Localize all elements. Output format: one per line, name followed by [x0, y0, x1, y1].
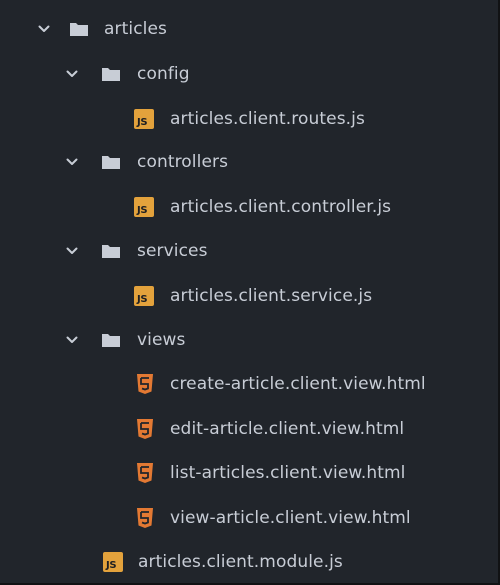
file-label: create-article.client.view.html [170, 374, 426, 394]
js-file-icon: JS [134, 197, 154, 217]
file-label: articles.client.controller.js [170, 197, 392, 217]
js-file-icon: JS [134, 286, 154, 306]
folder-row-articles[interactable]: articles [0, 7, 498, 51]
file-row-create-article-html[interactable]: create-article.client.view.html [0, 362, 498, 406]
file-row-module-js[interactable]: JS articles.client.module.js [0, 540, 498, 584]
folder-row-services[interactable]: services [0, 229, 498, 273]
folder-label: views [137, 330, 186, 350]
file-row-service-js[interactable]: JS articles.client.service.js [0, 274, 498, 318]
folder-row-controllers[interactable]: controllers [0, 140, 498, 184]
folder-icon [101, 154, 121, 170]
file-label: edit-article.client.view.html [170, 419, 405, 439]
folder-label: config [137, 64, 190, 84]
folder-label: services [137, 241, 208, 261]
folder-label: controllers [137, 152, 229, 172]
folder-icon [101, 332, 121, 348]
folder-row-views[interactable]: views [0, 318, 498, 362]
file-label: articles.client.service.js [170, 286, 373, 306]
file-label: articles.client.module.js [138, 552, 343, 572]
file-row-view-article-html[interactable]: view-article.client.view.html [0, 496, 498, 540]
folder-row-config[interactable]: config [0, 52, 498, 96]
folder-icon [69, 21, 89, 37]
file-row-controller-js[interactable]: JS articles.client.controller.js [0, 185, 498, 229]
file-tree-panel: articles config JS articles.client.route… [0, 0, 500, 585]
folder-icon [101, 243, 121, 259]
chevron-down-icon[interactable] [66, 68, 78, 80]
file-label: view-article.client.view.html [170, 508, 411, 528]
html5-file-icon [137, 463, 153, 483]
file-row-edit-article-html[interactable]: edit-article.client.view.html [0, 407, 498, 451]
file-label: articles.client.routes.js [170, 109, 365, 129]
file-row-routes-js[interactable]: JS articles.client.routes.js [0, 97, 498, 141]
chevron-down-icon[interactable] [66, 245, 78, 257]
file-label: list-articles.client.view.html [170, 463, 406, 483]
js-file-icon: JS [103, 552, 123, 572]
js-file-icon: JS [134, 109, 154, 129]
folder-label: articles [104, 19, 167, 39]
html5-file-icon [137, 508, 153, 528]
chevron-down-icon[interactable] [66, 156, 78, 168]
file-row-list-articles-html[interactable]: list-articles.client.view.html [0, 451, 498, 495]
html5-file-icon [137, 419, 153, 439]
chevron-down-icon[interactable] [66, 334, 78, 346]
html5-file-icon [137, 374, 153, 394]
chevron-down-icon[interactable] [38, 23, 50, 35]
folder-icon [101, 66, 121, 82]
